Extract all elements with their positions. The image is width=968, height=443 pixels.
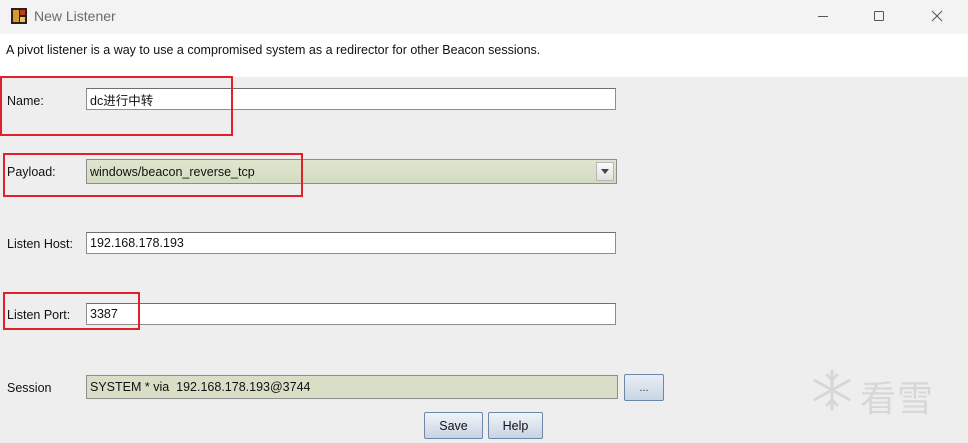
payload-label: Payload: [7, 165, 56, 179]
name-input[interactable] [86, 88, 616, 110]
listen-host-input[interactable] [86, 232, 616, 254]
close-icon [931, 10, 943, 22]
title-bar: New Listener [0, 0, 968, 34]
snowflake-icon [813, 369, 851, 411]
browse-session-button[interactable]: ... [624, 374, 664, 401]
close-button[interactable] [914, 0, 960, 32]
listen-port-input[interactable] [86, 303, 616, 325]
save-button[interactable]: Save [424, 412, 483, 439]
chevron-down-icon [601, 169, 609, 174]
session-field[interactable]: SYSTEM * via 192.168.178.193@3744 [86, 375, 618, 399]
payload-selected-value: windows/beacon_reverse_tcp [90, 165, 255, 179]
help-button[interactable]: Help [488, 412, 543, 439]
maximize-icon [874, 11, 884, 21]
listen-host-label: Listen Host: [7, 237, 74, 251]
description-panel: A pivot listener is a way to use a compr… [0, 34, 968, 77]
name-label: Name: [7, 94, 44, 108]
payload-dropdown[interactable]: windows/beacon_reverse_tcp [86, 159, 617, 184]
maximize-button[interactable] [856, 0, 902, 32]
new-listener-window: New Listener A pivot listener is a way t… [0, 0, 968, 443]
minimize-button[interactable] [800, 0, 846, 32]
payload-dropdown-toggle[interactable] [596, 162, 614, 181]
watermark: 看雪 [810, 366, 950, 420]
minimize-icon [818, 16, 828, 17]
description-text: A pivot listener is a way to use a compr… [6, 43, 541, 57]
watermark-text: 看雪 [860, 379, 935, 420]
app-icon [11, 8, 27, 24]
window-title: New Listener [34, 8, 116, 24]
listen-port-label: Listen Port: [7, 308, 71, 322]
session-label: Session [7, 381, 52, 395]
